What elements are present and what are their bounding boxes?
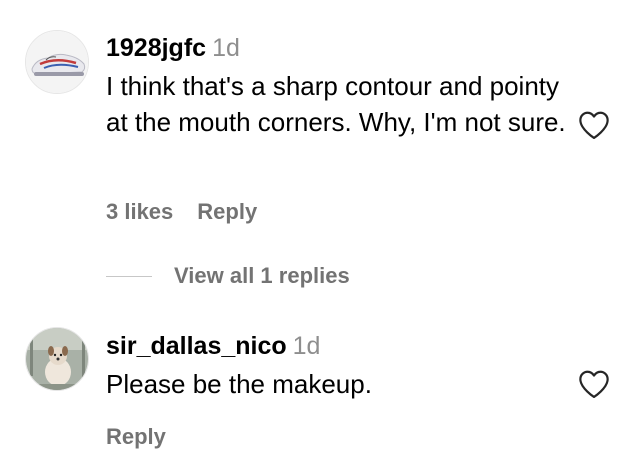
comment-header: 1928jgfc 1d [106,36,240,61]
dog-photo-icon [26,328,88,390]
likes-count[interactable]: 3 likes [106,199,173,225]
comment-text: Please be the makeup. [106,369,372,399]
comment-actions: Reply [106,424,166,450]
view-replies-label[interactable]: View all 1 replies [174,263,350,289]
reply-button[interactable]: Reply [106,424,166,450]
like-heart-icon[interactable] [577,369,611,399]
like-heart-icon[interactable] [577,110,611,140]
username-link[interactable]: sir_dallas_nico [106,332,287,360]
comment-text: I think that's a sharp contour and point… [106,71,566,137]
replies-divider [106,275,152,277]
timestamp[interactable]: 1d [212,34,240,62]
avatar[interactable] [25,327,89,391]
sneaker-icon [26,31,88,93]
avatar[interactable] [25,30,89,94]
comment-header: sir_dallas_nico 1d [106,334,320,359]
reply-button[interactable]: Reply [197,199,257,225]
username-link[interactable]: 1928jgfc [106,34,206,62]
comment-actions: 3 likes Reply [106,199,257,225]
view-replies-button[interactable]: View all 1 replies [106,262,350,290]
timestamp[interactable]: 1d [293,332,321,360]
